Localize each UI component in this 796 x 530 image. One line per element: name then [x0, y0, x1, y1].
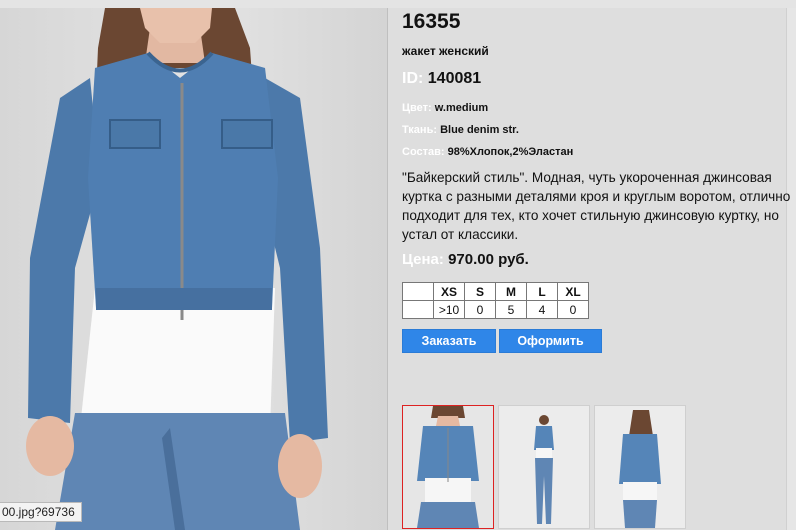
size-header-cell: XL — [557, 282, 589, 301]
fabric-label: Ткань: — [402, 124, 437, 136]
composition-value: 98%Хлопок,2%Эластан — [447, 146, 574, 158]
thumbnail-front-closeup[interactable] — [402, 405, 494, 529]
thumbnail-back[interactable] — [594, 405, 686, 529]
color-label: Цвет: — [402, 102, 432, 114]
product-description: "Байкерский стиль". Модная, чуть укороче… — [402, 170, 791, 242]
stock-cell: 0 — [557, 300, 589, 319]
color-row: Цвет: w.medium — [402, 102, 488, 114]
order-button[interactable]: Заказать — [402, 329, 496, 353]
main-product-photo — [0, 8, 387, 530]
size-header-row: XS S M L XL — [402, 282, 589, 301]
fabric-row: Ткань: Blue denim str. — [402, 124, 519, 136]
price-row: Цена: 970.00 руб. — [402, 251, 529, 268]
size-header-cell: S — [464, 282, 496, 301]
scrollbar-edge[interactable] — [786, 8, 796, 530]
size-stock-row: >10 0 5 4 0 — [402, 300, 589, 319]
product-name: жакет женский — [402, 44, 489, 58]
thumbnail-image — [403, 406, 493, 528]
table-row-label-cell — [402, 300, 434, 319]
product-article: 16355 — [402, 10, 461, 33]
stock-cell: 4 — [526, 300, 558, 319]
product-id-label: ID: — [402, 70, 424, 87]
price-label: Цена: — [402, 251, 444, 268]
thumbnail-image — [499, 406, 589, 528]
product-id-row: ID: 140081 — [402, 70, 481, 88]
status-bar-url: 00.jpg?69736 — [0, 502, 82, 522]
table-corner-cell — [402, 282, 434, 301]
product-id-value: 140081 — [427, 70, 482, 87]
model-illustration — [26, 8, 328, 530]
size-header-cell: XS — [433, 282, 465, 301]
color-value: w.medium — [434, 102, 489, 114]
checkout-button[interactable]: Оформить — [499, 329, 602, 353]
size-header-cell: L — [526, 282, 558, 301]
price-value: 970.00 руб. — [448, 251, 529, 268]
stock-cell: 0 — [464, 300, 496, 319]
fabric-value: Blue denim str. — [440, 124, 519, 136]
size-stock-table: XS S M L XL >10 0 5 4 0 — [402, 282, 589, 319]
stock-cell: >10 — [433, 300, 465, 319]
size-header-cell: M — [495, 282, 527, 301]
composition-label: Состав: — [402, 146, 445, 158]
stock-cell: 5 — [495, 300, 527, 319]
thumbnail-full-front[interactable] — [498, 405, 590, 529]
composition-row: Состав: 98%Хлопок,2%Эластан — [402, 146, 573, 158]
thumbnail-image — [595, 406, 685, 528]
